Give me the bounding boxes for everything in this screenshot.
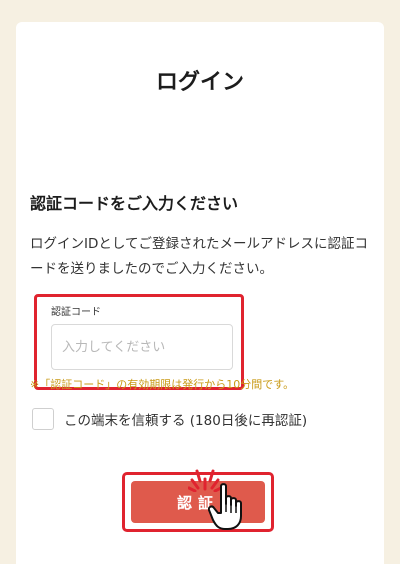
page-title: ログイン: [155, 70, 244, 95]
verification-code-input[interactable]: [51, 324, 233, 370]
expiry-note: ※「認証コード」の有効期限は発行から10分間です。: [30, 378, 295, 391]
trust-device-checkbox[interactable]: [32, 408, 54, 430]
hand-pointer-cursor-icon: [208, 483, 242, 530]
trust-device-label: この端末を信頼する (180日後に再認証): [64, 413, 308, 429]
section-heading: 認証コードをご入力ください: [30, 194, 239, 213]
instructions-text: ログインIDとしてご登録されたメールアドレスに認証コードを送りましたのでご入力く…: [30, 236, 368, 277]
code-field-label: 認証コード: [51, 307, 101, 318]
trust-device-option[interactable]: この端末を信頼する (180日後に再認証): [32, 408, 307, 430]
